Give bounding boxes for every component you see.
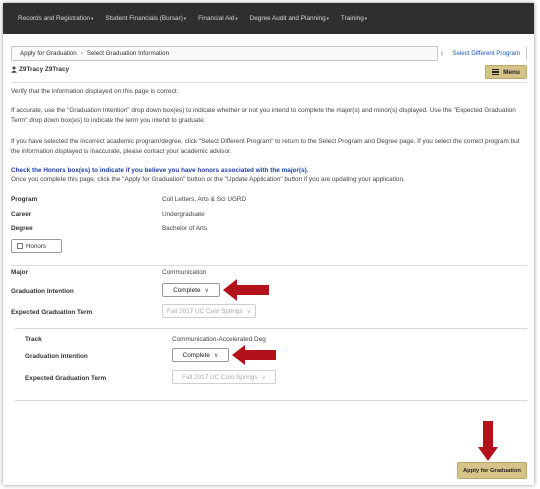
- chevron-down-icon: ∨: [204, 287, 209, 294]
- instruction-verify: Verify that the information displayed on…: [11, 88, 179, 95]
- caret-down-icon: ▾: [235, 16, 238, 21]
- track-expected-term-select[interactable]: Fall 2017 UC Colo Springs ∨: [172, 370, 276, 384]
- select-different-program-button[interactable]: ‹ Select Different Program: [437, 46, 526, 61]
- user-name-line: Z9Tracy Z9Tracy: [11, 66, 69, 73]
- track-graduation-intention-label: Graduation Intention: [25, 353, 88, 360]
- breadcrumb-current: Select Graduation Information: [86, 50, 170, 57]
- menu-label: Menu: [503, 68, 520, 76]
- nav-training[interactable]: Training▾: [341, 15, 367, 22]
- apply-for-graduation-button[interactable]: Apply for Graduation: [457, 462, 527, 479]
- caret-down-icon: ▾: [326, 16, 329, 21]
- major-expected-term-select[interactable]: Fall 2017 UC Colo Springs ∨: [162, 304, 256, 318]
- nav-records-registration[interactable]: Records and Registration▾: [18, 15, 93, 22]
- chevron-left-icon: ‹: [440, 48, 444, 58]
- breadcrumb: Apply for Graduation › Select Graduation…: [11, 46, 527, 61]
- track-value: Communication-Accelerated Deg: [172, 336, 266, 343]
- red-arrow: [223, 279, 269, 301]
- degree-value: Bachelor of Arts: [162, 225, 208, 232]
- major-graduation-intention-value: Complete: [173, 286, 201, 294]
- chevron-down-icon: ∨: [261, 374, 267, 381]
- chevron-down-icon: ∨: [246, 308, 252, 315]
- instruction-submit: Once you complete this page, click the "…: [11, 176, 405, 183]
- program-value: Coll Letters, Arts & Sci UGRD: [162, 196, 247, 203]
- instruction-select-different: If you have selected the incorrect acade…: [11, 138, 520, 155]
- career-label: Career: [11, 211, 32, 218]
- degree-label: Degree: [11, 225, 33, 232]
- track-label: Track: [25, 336, 42, 343]
- program-label: Program: [11, 196, 38, 203]
- major-expected-term-label: Expected Graduation Term: [11, 309, 93, 316]
- major-label: Major: [11, 269, 29, 276]
- menu-button[interactable]: Menu: [485, 65, 527, 79]
- track-graduation-intention-select[interactable]: Complete ∨: [172, 348, 229, 362]
- honors-checkbox[interactable]: Honors: [11, 239, 62, 253]
- top-navigation: Records and Registration▾ Student Financ…: [3, 3, 534, 34]
- caret-down-icon: ▾: [91, 16, 94, 21]
- career-value: Undergraduate: [162, 211, 205, 218]
- major-graduation-intention-select[interactable]: Complete ∨: [162, 283, 220, 297]
- hamburger-icon: [492, 68, 500, 76]
- major-value: Communication: [162, 269, 207, 276]
- breadcrumb-separator: ›: [80, 50, 83, 57]
- track-expected-term-label: Expected Graduation Term: [25, 375, 107, 382]
- user-name: Z9Tracy Z9Tracy: [19, 66, 70, 73]
- select-different-program-label: Select Different Program: [452, 50, 520, 57]
- checkbox-icon: [17, 243, 23, 249]
- application-window: Records and Registration▾ Student Financ…: [3, 3, 534, 485]
- caret-down-icon: ▾: [364, 16, 368, 21]
- chevron-down-icon: ∨: [213, 352, 219, 359]
- caret-down-icon: ▾: [183, 16, 187, 21]
- track-expected-term-value: Fall 2017 UC Colo Springs: [181, 373, 258, 381]
- nav-student-financials[interactable]: Student Financials (Bursar)▾: [105, 15, 186, 22]
- red-arrow: [232, 345, 276, 365]
- honors-label: Honors: [26, 242, 46, 250]
- person-icon: [11, 66, 17, 73]
- divider: [11, 82, 527, 83]
- breadcrumb-apply[interactable]: Apply for Graduation: [20, 50, 77, 57]
- major-expected-term-value: Fall 2017 UC Colo Springs: [166, 307, 243, 315]
- red-arrow: [478, 421, 498, 461]
- nav-financial-aid[interactable]: Financial Aid▾: [198, 15, 238, 22]
- major-graduation-intention-label: Graduation Intention: [11, 288, 74, 295]
- nav-degree-audit[interactable]: Degree Audit and Planning▾: [250, 15, 329, 22]
- track-graduation-intention-value: Complete: [182, 351, 210, 359]
- instruction-intention: If accurate, use the "Graduation Intenti…: [11, 107, 516, 124]
